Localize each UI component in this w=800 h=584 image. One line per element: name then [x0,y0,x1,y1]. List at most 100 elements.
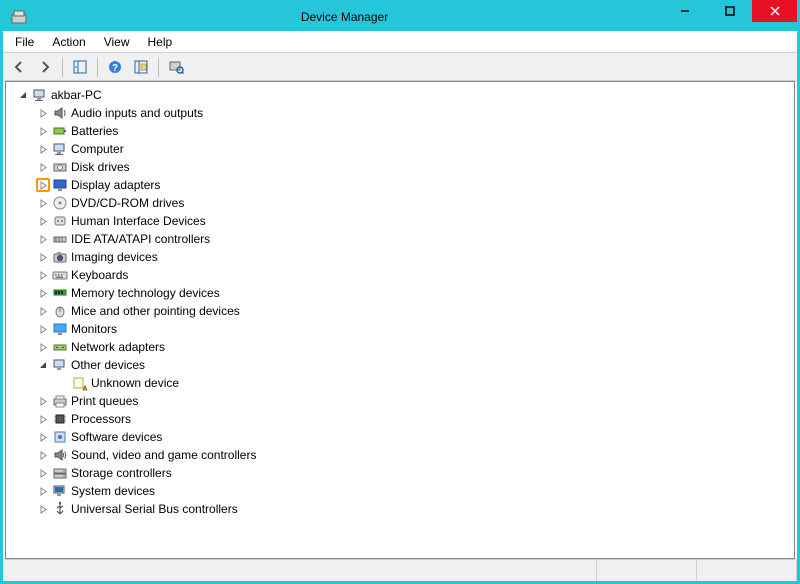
menu-action[interactable]: Action [44,33,93,51]
tree-node-label: Batteries [71,124,118,138]
expand-icon[interactable] [36,160,50,174]
cdrom-icon [52,195,68,211]
app-icon [11,9,27,25]
back-button[interactable] [7,55,31,79]
window-controls [662,3,797,31]
expand-icon[interactable] [36,250,50,264]
tree-node[interactable]: Audio inputs and outputs [34,104,794,122]
tree-node[interactable]: Print queues [34,392,794,410]
battery-icon [52,123,68,139]
tree-node[interactable]: Software devices [34,428,794,446]
hid-icon [52,213,68,229]
titlebar[interactable]: Device Manager [3,3,797,31]
camera-icon [52,249,68,265]
close-button[interactable] [752,0,797,22]
expand-icon[interactable] [36,466,50,480]
tree-node[interactable]: Disk drives [34,158,794,176]
tree-node-label: DVD/CD-ROM drives [71,196,184,210]
tree-node-label: Other devices [71,358,145,372]
tree-node[interactable]: Computer [34,140,794,158]
expand-icon[interactable] [36,412,50,426]
device-manager-window: Device Manager File Action View Help ? a… [0,0,800,584]
menu-help[interactable]: Help [140,33,181,51]
maximize-button[interactable] [707,0,752,22]
tree-node[interactable]: Monitors [34,320,794,338]
memory-icon [52,285,68,301]
menu-view[interactable]: View [96,33,138,51]
tree-node[interactable]: Memory technology devices [34,284,794,302]
scan-hardware-button[interactable] [164,55,188,79]
expand-icon[interactable] [36,196,50,210]
expand-icon[interactable] [36,286,50,300]
cpu-icon [52,411,68,427]
window-title: Device Manager [27,10,662,24]
tree-node[interactable]: Display adapters [34,176,794,194]
expand-icon[interactable] [36,214,50,228]
menu-file[interactable]: File [7,33,42,51]
tree-node[interactable]: !Unknown device [54,374,794,392]
display-icon [52,177,68,193]
tree-node-label: Universal Serial Bus controllers [71,502,238,516]
tree-node-label: Computer [71,142,124,156]
tree-node[interactable]: Batteries [34,122,794,140]
other-icon [52,357,68,373]
expand-icon[interactable] [36,430,50,444]
tree-node[interactable]: IDE ATA/ATAPI controllers [34,230,794,248]
show-hide-tree-button[interactable] [68,55,92,79]
tree-node-label: Software devices [71,430,162,444]
help-button[interactable]: ? [103,55,127,79]
expand-icon[interactable] [36,340,50,354]
expand-icon[interactable] [36,142,50,156]
expand-icon[interactable] [36,178,50,192]
device-tree-panel[interactable]: akbar-PCAudio inputs and outputs Batterie… [5,81,795,559]
collapse-icon[interactable] [36,358,50,372]
properties-button[interactable] [129,55,153,79]
expand-icon[interactable] [36,232,50,246]
tree-node-label: IDE ATA/ATAPI controllers [71,232,210,246]
tree-node-label: Sound, video and game controllers [71,448,256,462]
tree-node[interactable]: System devices [34,482,794,500]
tree-node-label: Storage controllers [71,466,172,480]
tree-node[interactable]: Keyboards [34,266,794,284]
expand-icon[interactable] [36,394,50,408]
status-cell [597,560,697,581]
tree-node-label: Processors [71,412,131,426]
tree-node[interactable]: Network adapters [34,338,794,356]
tree-node[interactable]: Other devices [34,356,794,374]
tree-node[interactable]: Human Interface Devices [34,212,794,230]
software-icon [52,429,68,445]
tree-node[interactable]: Sound, video and game controllers [34,446,794,464]
tree-node[interactable]: Imaging devices [34,248,794,266]
tree-node-label: Human Interface Devices [71,214,206,228]
menubar: File Action View Help [3,31,797,53]
tree-node[interactable]: Universal Serial Bus controllers [34,500,794,518]
tree-node-label: Disk drives [71,160,130,174]
expand-icon[interactable] [56,376,70,390]
tree-node[interactable]: Processors [34,410,794,428]
tree-root-node[interactable]: akbar-PC [14,86,794,104]
expand-icon[interactable] [36,322,50,336]
tree-node[interactable]: DVD/CD-ROM drives [34,194,794,212]
tree-node-label: Display adapters [71,178,160,192]
expand-icon[interactable] [36,268,50,282]
speaker-icon [52,105,68,121]
tree-node[interactable]: Mice and other pointing devices [34,302,794,320]
monitor-icon [52,321,68,337]
collapse-icon[interactable] [16,88,30,102]
usb-icon [52,501,68,517]
forward-button[interactable] [33,55,57,79]
expand-icon[interactable] [36,484,50,498]
tree-node-label: Monitors [71,322,117,336]
expand-icon[interactable] [36,304,50,318]
minimize-button[interactable] [662,0,707,22]
tree-node-label: Network adapters [71,340,165,354]
network-icon [52,339,68,355]
tree-node-label: Memory technology devices [71,286,220,300]
expand-icon[interactable] [36,448,50,462]
tree-node-label: Mice and other pointing devices [71,304,240,318]
expand-icon[interactable] [36,106,50,120]
toolbar-separator [158,57,159,77]
expand-icon[interactable] [36,124,50,138]
tree-node[interactable]: Storage controllers [34,464,794,482]
expand-icon[interactable] [36,502,50,516]
